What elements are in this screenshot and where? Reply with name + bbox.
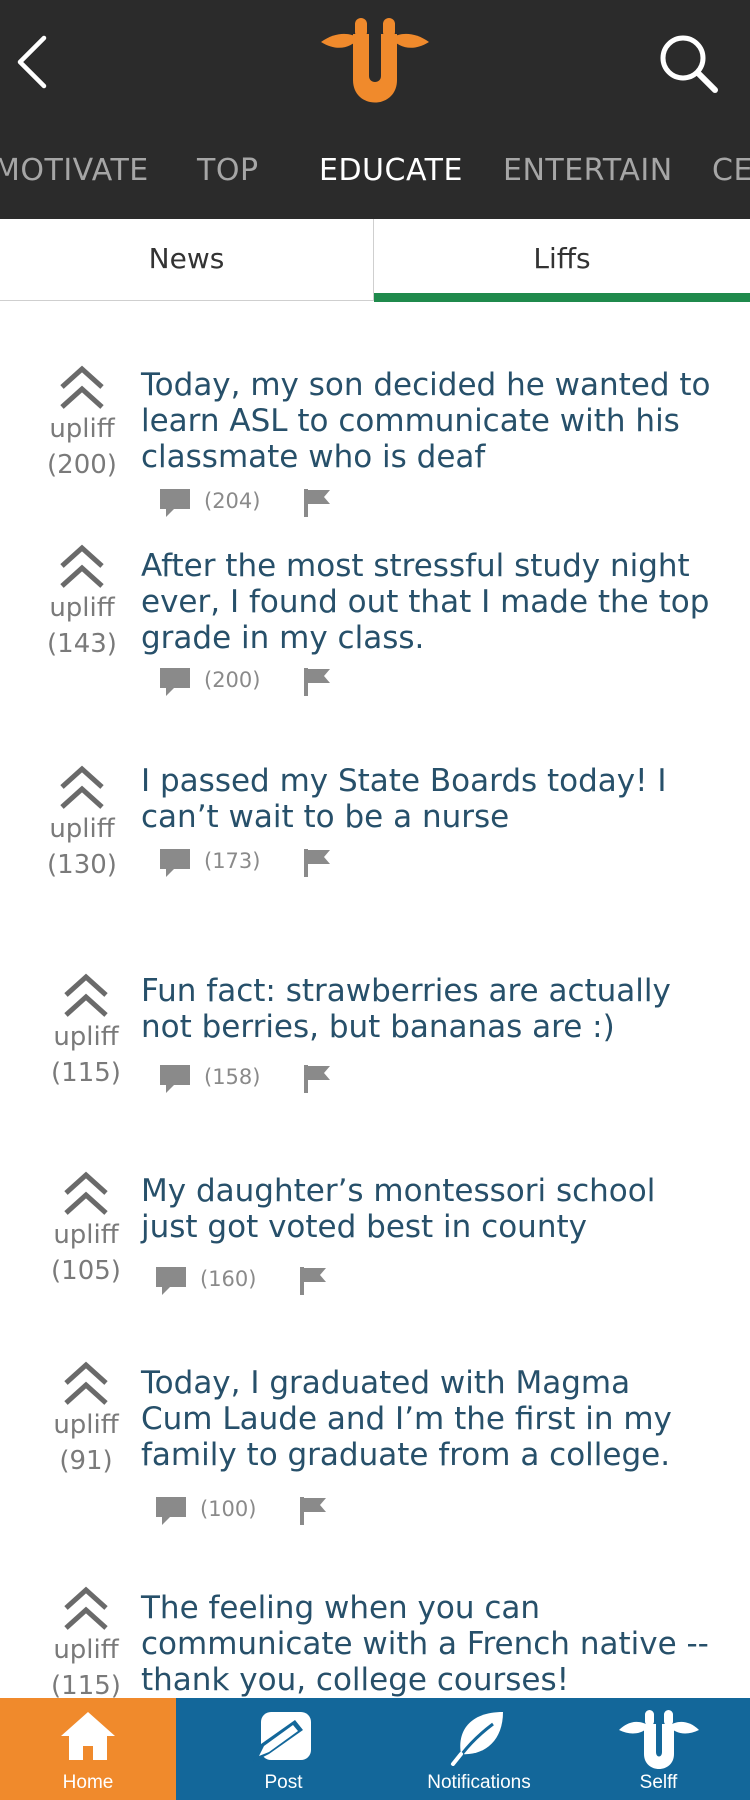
nav-home[interactable]: Home [0,1698,176,1800]
upliff-button[interactable]: upliff (105) [40,1169,132,1289]
upliff-button[interactable]: upliff (130) [36,763,128,883]
upliff-label: upliff [49,414,115,444]
upliff-count: (91) [59,1446,113,1476]
comment-count: (173) [204,849,261,873]
double-chevron-up-icon [64,1586,108,1630]
comment-icon[interactable] [154,1265,188,1297]
post-text[interactable]: After the most stressful study night eve… [141,548,711,656]
leaf-icon [451,1712,503,1766]
upliff-count: (115) [51,1671,121,1698]
upliff-giraffe-logo [321,18,429,103]
category-tab-ce[interactable]: CE [712,123,750,219]
comment-count: (158) [204,1065,261,1089]
category-tab-top[interactable]: TOP [197,123,259,219]
comment-icon[interactable] [158,666,192,698]
comment-count: (200) [204,668,261,692]
comment-icon[interactable] [154,1495,188,1527]
flag-icon[interactable] [298,1265,328,1297]
category-bar: MOTIVATE TOP EDUCATE ENTERTAIN CE [0,123,750,219]
double-chevron-up-icon [64,1361,108,1405]
upliff-count: (115) [51,1058,121,1088]
comment-count: (160) [200,1267,257,1291]
double-chevron-up-icon [64,1171,108,1215]
double-chevron-up-icon [60,765,104,809]
bottom-navigation: Home Post Notifications Selff [0,1698,750,1800]
category-tab-entertain[interactable]: ENTERTAIN [503,123,673,219]
flag-icon[interactable] [302,1063,332,1095]
post-text[interactable]: I passed my State Boards today! I can’t … [141,763,711,835]
nav-selff-label: Selff [639,1772,678,1793]
home-icon [61,1712,115,1760]
app-header [0,0,750,123]
upliff-label: upliff [49,814,115,844]
nav-home-label: Home [62,1772,114,1793]
nav-post[interactable]: Post [176,1698,391,1800]
double-chevron-up-icon [60,365,104,409]
post-text[interactable]: Fun fact: strawberries are actually not … [141,973,711,1045]
upliff-count: (200) [47,450,117,480]
category-tab-motivate[interactable]: MOTIVATE [0,123,149,219]
upliff-label: upliff [49,593,115,623]
sub-tabs: News Liffs [0,219,750,302]
giraffe-icon [618,1710,699,1769]
upliff-button[interactable]: upliff (200) [36,363,128,483]
back-button[interactable] [10,30,60,94]
upliff-button[interactable]: upliff (91) [40,1359,132,1479]
upliff-label: upliff [53,1635,119,1665]
search-icon [660,35,718,93]
comment-count: (204) [204,489,261,513]
flag-icon[interactable] [298,1495,328,1527]
post-text[interactable]: Today, my son decided he wanted to learn… [141,367,711,475]
nav-notifications[interactable]: Notifications [391,1698,567,1800]
upliff-count: (143) [47,629,117,659]
double-chevron-up-icon [60,544,104,588]
comment-icon[interactable] [158,847,192,879]
double-chevron-up-icon [64,973,108,1017]
upliff-button[interactable]: upliff (115) [40,1584,132,1698]
tab-news[interactable]: News [0,219,374,301]
post-text[interactable]: The feeling when you can communicate wit… [141,1590,711,1698]
comment-count: (100) [200,1497,257,1521]
upliff-logo[interactable] [317,14,433,106]
category-tab-educate[interactable]: EDUCATE [319,123,463,219]
upliff-label: upliff [53,1220,119,1250]
upliff-count: (105) [51,1256,121,1286]
flag-icon[interactable] [302,666,332,698]
nav-post-label: Post [264,1772,303,1793]
post-text[interactable]: Today, I graduated with Magma Cum Laude … [141,1365,711,1473]
upliff-button[interactable]: upliff (115) [40,971,132,1091]
tab-liffs[interactable]: Liffs [374,219,750,302]
comment-icon[interactable] [158,1063,192,1095]
chevron-left-icon [17,35,47,89]
liffs-feed[interactable]: upliff (200) Today, my son decided he wa… [0,301,750,1698]
upliff-label: upliff [53,1410,119,1440]
pencil-icon [252,1712,311,1762]
nav-notifications-label: Notifications [427,1772,531,1793]
tab-liffs-label: Liffs [533,242,591,275]
nav-selff[interactable]: Selff [567,1698,750,1800]
flag-icon[interactable] [302,487,332,519]
flag-icon[interactable] [302,847,332,879]
upliff-count: (130) [47,850,117,880]
comment-icon[interactable] [158,487,192,519]
upliff-button[interactable]: upliff (143) [36,542,128,662]
upliff-label: upliff [53,1022,119,1052]
search-button[interactable] [655,30,723,98]
post-text[interactable]: My daughter’s montessori school just got… [141,1173,711,1245]
